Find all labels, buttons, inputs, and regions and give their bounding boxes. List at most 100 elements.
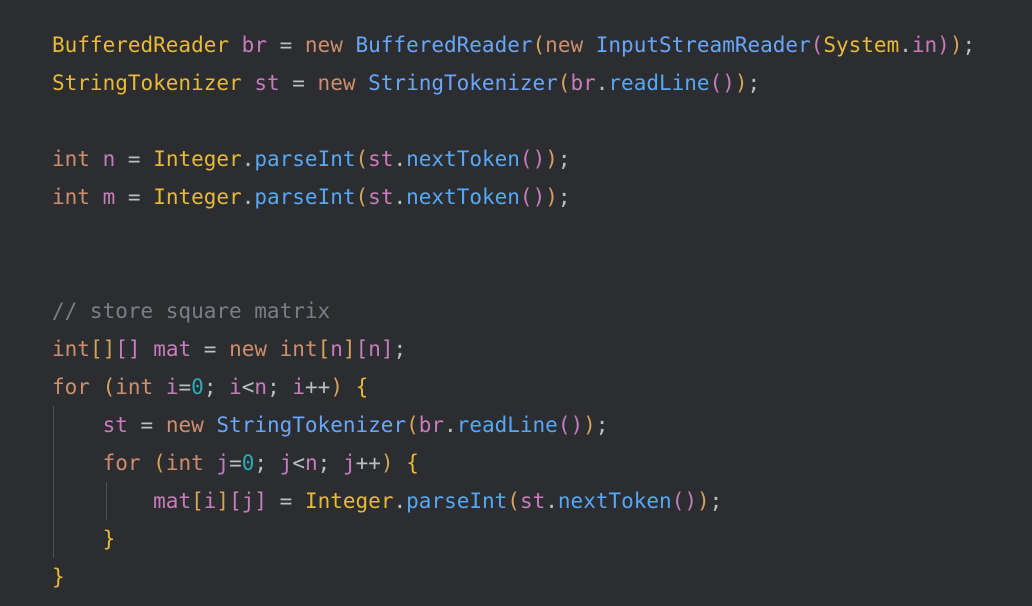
code-token: = bbox=[127, 413, 166, 437]
code-token: . bbox=[444, 413, 457, 437]
code-token: readLine bbox=[608, 71, 710, 95]
code-token: n bbox=[368, 337, 381, 361]
code-token: () bbox=[709, 71, 735, 95]
code-token: ( bbox=[355, 147, 369, 171]
code-line[interactable]: // store square matrix bbox=[52, 292, 975, 330]
code-token: ; bbox=[709, 489, 723, 513]
code-token: . bbox=[545, 489, 558, 513]
code-token: st bbox=[519, 489, 546, 513]
code-token: int bbox=[52, 185, 90, 209]
code-area[interactable]: BufferedReader br = new BufferedReader(n… bbox=[52, 26, 975, 596]
code-token: i bbox=[229, 375, 242, 399]
code-token: . bbox=[393, 147, 407, 171]
code-token: = bbox=[115, 185, 154, 209]
code-token: . bbox=[241, 185, 255, 209]
code-token: ) bbox=[380, 451, 394, 475]
code-token: . bbox=[595, 71, 609, 95]
code-token: int bbox=[115, 375, 154, 399]
code-line[interactable]: for (int j=0; j<n; j++) { bbox=[52, 444, 975, 482]
code-token: new bbox=[317, 71, 356, 95]
code-token: System bbox=[823, 33, 900, 57]
code-token: ( bbox=[406, 413, 419, 437]
code-line[interactable]: int m = Integer.parseInt(st.nextToken())… bbox=[52, 178, 975, 216]
code-token: parseInt bbox=[254, 147, 356, 171]
code-token: ) bbox=[734, 71, 748, 95]
code-line[interactable] bbox=[52, 102, 975, 140]
code-token: ; bbox=[267, 375, 293, 399]
code-token: () bbox=[519, 147, 546, 171]
code-token: j bbox=[216, 451, 230, 475]
code-token: = bbox=[266, 33, 305, 57]
code-line[interactable]: int[][] mat = new int[n][n]; bbox=[52, 330, 975, 368]
code-token: BufferedReader bbox=[52, 33, 230, 57]
code-token: new bbox=[304, 33, 343, 57]
code-token: st bbox=[102, 413, 128, 437]
code-editor[interactable]: BufferedReader br = new BufferedReader(n… bbox=[0, 0, 1032, 606]
code-token: ; bbox=[203, 375, 230, 399]
code-token: 0 bbox=[241, 451, 255, 475]
code-line[interactable]: StringTokenizer st = new StringTokenizer… bbox=[52, 64, 975, 102]
code-line[interactable]: BufferedReader br = new BufferedReader(n… bbox=[52, 26, 975, 64]
code-token: ; bbox=[962, 33, 976, 57]
code-token: mat bbox=[153, 337, 192, 361]
code-token: i bbox=[292, 375, 306, 399]
code-token: readLine bbox=[456, 413, 558, 437]
code-token: new bbox=[545, 33, 584, 57]
code-token: ) bbox=[583, 413, 596, 437]
code-token: { bbox=[406, 451, 419, 475]
code-token: 0 bbox=[191, 375, 204, 399]
code-token: = bbox=[191, 337, 230, 361]
code-token: parseInt bbox=[254, 185, 356, 209]
code-token: new bbox=[165, 413, 204, 437]
code-token: < bbox=[241, 375, 255, 399]
code-token: = bbox=[279, 71, 318, 95]
code-line[interactable]: for (int i=0; i<n; i++) { bbox=[52, 368, 975, 406]
code-token: = bbox=[115, 147, 154, 171]
code-line[interactable]: st = new StringTokenizer(br.readLine()); bbox=[52, 406, 975, 444]
code-token: Integer bbox=[153, 185, 242, 209]
code-token: nextToken bbox=[557, 489, 672, 513]
code-token: ( bbox=[810, 33, 824, 57]
code-token: ; bbox=[317, 451, 343, 475]
code-token: mat bbox=[153, 489, 192, 513]
code-token: BufferedReader bbox=[355, 33, 533, 57]
code-token: i bbox=[203, 489, 217, 513]
code-line[interactable]: } bbox=[52, 520, 975, 558]
code-token: ) bbox=[697, 489, 710, 513]
code-token: ( bbox=[355, 185, 369, 209]
code-token: . bbox=[899, 33, 912, 57]
code-token: ) bbox=[545, 147, 558, 171]
code-token: StringTokenizer bbox=[216, 413, 407, 437]
code-line[interactable] bbox=[52, 216, 975, 254]
code-token: int bbox=[52, 337, 90, 361]
code-token: () bbox=[519, 185, 546, 209]
code-token: ] bbox=[216, 489, 230, 513]
code-token: [ bbox=[317, 337, 331, 361]
code-line[interactable] bbox=[52, 254, 975, 292]
code-token: [] bbox=[115, 337, 141, 361]
code-token: nextToken bbox=[406, 147, 520, 171]
code-line[interactable]: mat[i][j] = Integer.parseInt(st.nextToke… bbox=[52, 482, 975, 520]
code-token: ; bbox=[557, 147, 571, 171]
code-line[interactable]: int n = Integer.parseInt(st.nextToken())… bbox=[52, 140, 975, 178]
code-token: for bbox=[52, 375, 90, 399]
code-token: = bbox=[178, 375, 192, 399]
code-token: ( bbox=[102, 375, 116, 399]
code-token: // store square matrix bbox=[52, 299, 331, 323]
code-line[interactable]: } bbox=[52, 558, 975, 596]
code-token: ] bbox=[342, 337, 356, 361]
code-token: m bbox=[102, 185, 116, 209]
code-token: int bbox=[165, 451, 204, 475]
